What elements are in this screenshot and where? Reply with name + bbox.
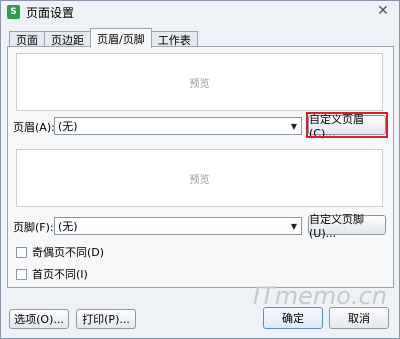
print-button[interactable]: 打印(P)...: [76, 309, 136, 329]
footer-preview: 预览: [16, 149, 383, 207]
chevron-down-icon[interactable]: ▼: [287, 218, 301, 234]
footer-preview-label: 预览: [189, 174, 210, 186]
header-preview: 预览: [16, 53, 383, 111]
first-page-label: 首页不同(I): [32, 268, 88, 281]
checkbox-box[interactable]: [16, 268, 27, 280]
page-setup-dialog: S 页面设置 ✕ 页面 页边距 页眉/页脚 工作表 预览 页眉(A): (无) …: [0, 0, 400, 339]
custom-footer-button[interactable]: 自定义页脚(U)...: [308, 213, 386, 240]
footer-select[interactable]: (无) ▼: [54, 217, 302, 235]
footer-label: 页脚(F):: [13, 221, 54, 234]
header-select-value: (无): [58, 120, 78, 133]
wps-app-icon: S: [7, 5, 20, 19]
first-page-checkbox[interactable]: 首页不同(I): [16, 266, 88, 282]
watermark: ITmemo.cn: [253, 282, 387, 310]
title-bar: S 页面设置 ✕: [1, 1, 399, 23]
tab-header-footer[interactable]: 页眉/页脚: [90, 28, 152, 48]
close-icon[interactable]: ✕: [375, 3, 391, 19]
ok-button[interactable]: 确定: [263, 307, 323, 329]
checkbox-box[interactable]: [16, 246, 27, 258]
options-button[interactable]: 选项(O)...: [9, 309, 69, 329]
header-select[interactable]: (无) ▼: [54, 117, 302, 135]
header-footer-panel: 预览 页眉(A): (无) ▼ 自定义页眉(C)... 预览 页脚(F): (无…: [7, 46, 394, 288]
footer-select-value: (无): [58, 220, 78, 233]
highlight-box: [306, 112, 388, 138]
dialog-title: 页面设置: [26, 5, 75, 20]
chevron-down-icon[interactable]: ▼: [287, 118, 301, 134]
odd-even-label: 奇偶页不同(D): [32, 246, 105, 259]
header-label: 页眉(A):: [13, 121, 55, 134]
cancel-button[interactable]: 取消: [329, 307, 389, 329]
odd-even-checkbox[interactable]: 奇偶页不同(D): [16, 244, 104, 260]
tab-strip: 页面 页边距 页眉/页脚 工作表: [9, 28, 198, 48]
header-preview-label: 预览: [189, 78, 210, 90]
